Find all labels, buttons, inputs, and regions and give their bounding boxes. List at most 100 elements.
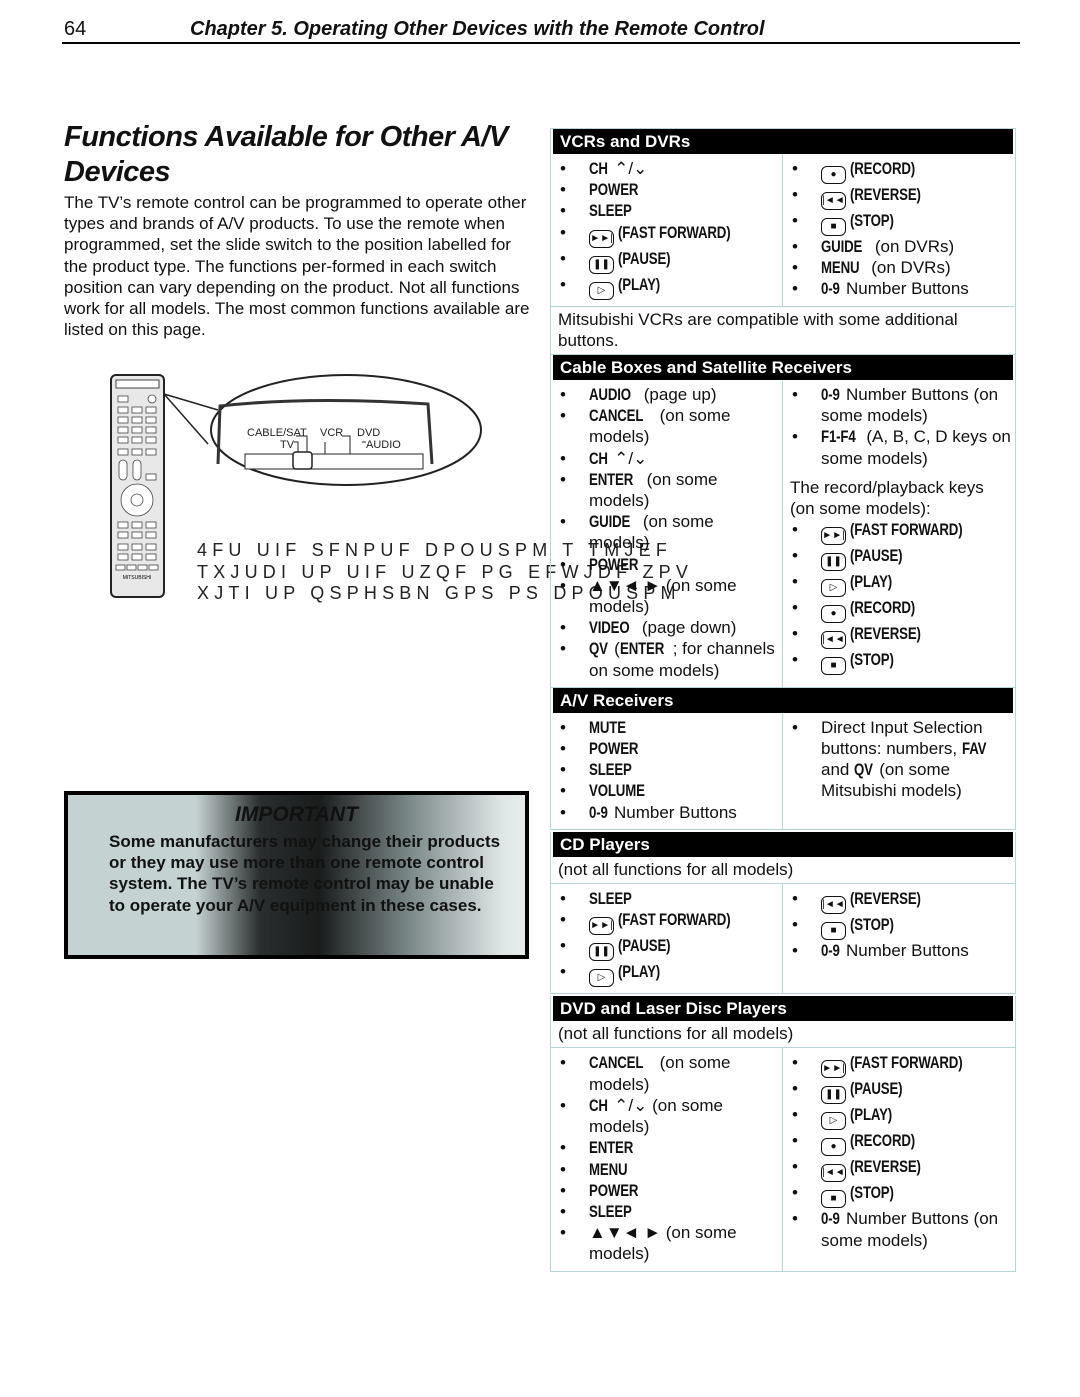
svg-text:CABLE/SAT: CABLE/SAT	[247, 427, 307, 439]
bullet: •	[560, 575, 566, 595]
item-key: SLEEP	[589, 889, 632, 909]
item-key: (PLAY)	[618, 962, 661, 982]
function-tables: VCRs and DVRs • CH ⌃/⌄ • POWER • SLEEP • ►►| (FAS…	[550, 128, 1016, 1272]
list-item: • POWER	[551, 554, 778, 575]
item-key: (PAUSE)	[618, 248, 671, 268]
item-key: VOLUME	[589, 781, 645, 801]
bullet: •	[560, 1180, 566, 1200]
section-body: • CH ⌃/⌄ • POWER • SLEEP • ►►| (FAST FORWARD) • ❚❚…	[551, 154, 1015, 306]
item-key: MENU	[821, 258, 860, 278]
important-text: Some manufacturers may change their prod…	[109, 832, 501, 915]
list-item: • ▲▼◄ ► (on some models)	[551, 1222, 778, 1264]
item-key: GUIDE	[589, 512, 631, 532]
bullet: •	[560, 639, 566, 659]
item-text: Number Buttons	[841, 941, 969, 961]
section-body: • SLEEP • ►►| (FAST FORWARD) • ❚❚ (PAUSE) • ▷ (PLA…	[551, 884, 1015, 994]
reverse-icon: |◄◄	[821, 1164, 846, 1183]
left-column: • MUTE • POWER • SLEEP • VOLUME • 0-9 Number Butt…	[551, 712, 783, 829]
intro-paragraph: The TV’s remote control can be programme…	[64, 193, 530, 340]
pause-icon: ❚❚	[589, 255, 614, 274]
item-key: (STOP)	[850, 915, 894, 935]
item-key: (REVERSE)	[850, 185, 921, 204]
list-item: • ■ (STOP)	[783, 914, 1011, 941]
bullet: •	[792, 1079, 798, 1099]
item-text: (on DVRs)	[866, 258, 951, 278]
play-icon: ▷	[589, 281, 614, 300]
arrow-keys-icon: ▲▼◄ ►	[589, 575, 662, 595]
reverse-icon: |◄◄	[821, 192, 846, 210]
list-item: • ● (RECORD)	[783, 158, 1011, 184]
item-key: (STOP)	[850, 211, 894, 230]
section-note: (not all functions for all models)	[551, 1021, 1015, 1049]
section-header: A/V Receivers	[553, 687, 1013, 713]
item-key: CH	[589, 1095, 608, 1115]
pause-icon: ❚❚	[821, 1086, 846, 1105]
important-title: IMPORTANT	[235, 803, 358, 826]
section-header: CD Players	[553, 831, 1013, 857]
section-a-v-receivers: A/V Receivers • MUTE • POWER • SLEEP • VOLUME • 0-…	[550, 687, 1016, 830]
bullet: •	[560, 760, 566, 780]
arrow-keys-icon: ▲▼◄ ►	[589, 1223, 662, 1243]
list-item: • CH ⌃/⌄	[551, 448, 778, 469]
item-key: CH	[589, 448, 608, 468]
item-key: (FAST FORWARD)	[618, 222, 731, 242]
list-item: • ▲▼◄ ► (on some models)	[551, 575, 778, 617]
list-item: • GUIDE (on DVRs)	[783, 236, 1011, 257]
list-item: • ▷ (PLAY)	[551, 274, 778, 300]
list-item: • ❚❚ (PAUSE)	[783, 545, 1011, 572]
list-item: • 0-9 Number Buttons (on some models)	[783, 1208, 1011, 1250]
item-key: (PLAY)	[850, 572, 893, 592]
bullet: •	[560, 1095, 566, 1115]
bullet: •	[792, 185, 798, 204]
play-icon: ▷	[821, 579, 846, 598]
item-text: ; for channels on some models)	[589, 639, 775, 680]
bullet: •	[560, 1201, 566, 1221]
item-text: (page up)	[639, 385, 717, 405]
page-title: Functions Available for Other A/V Device…	[64, 121, 508, 188]
play-icon: ▷	[821, 1112, 846, 1131]
right-column: • Direct Input Selection buttons: numbers…	[783, 713, 1015, 829]
list-item: • CH ⌃/⌄ (on some models)	[551, 1095, 778, 1137]
list-item: • |◄◄ (REVERSE)	[783, 184, 1011, 210]
left-column: • AUDIO (page up) • CANCEL (on some models)…	[551, 380, 783, 687]
bullet: •	[792, 717, 798, 737]
item-key: 0-9	[589, 802, 608, 822]
bullet: •	[560, 159, 566, 178]
item-key: QV	[854, 760, 873, 780]
list-item: • ▷ (PLAY)	[783, 1104, 1011, 1131]
list-item: • POWER	[551, 1180, 778, 1201]
bullet: •	[560, 274, 566, 294]
bullet: •	[560, 385, 566, 405]
list-item: • Direct Input Selection buttons: numbers…	[783, 717, 1011, 802]
item-key: (STOP)	[850, 650, 894, 670]
list-item: • ❚❚ (PAUSE)	[551, 248, 778, 274]
bullet: •	[560, 512, 566, 532]
bullet: •	[560, 717, 566, 737]
item-text: (page down)	[637, 618, 737, 638]
section-header: VCRs and DVRs	[553, 129, 1013, 154]
bullet: •	[792, 915, 798, 935]
list-item: • |◄◄ (REVERSE)	[783, 623, 1011, 650]
list-item: • AUDIO (page up)	[551, 384, 778, 405]
section-body: • AUDIO (page up) • CANCEL (on some models)…	[551, 380, 1015, 687]
item-key: POWER	[589, 1180, 639, 1200]
list-item: • 0-9 Number Buttons	[783, 940, 1011, 961]
section-note: Mitsubishi VCRs are compatible with some…	[551, 305, 1015, 354]
bullet: •	[792, 941, 798, 961]
list-item: • MENU	[551, 1159, 778, 1180]
item-key: QV	[589, 639, 608, 659]
item-key: (FAST FORWARD)	[850, 520, 963, 540]
bullet: •	[792, 427, 798, 447]
item-key: (STOP)	[850, 1183, 894, 1203]
bullet: •	[560, 962, 566, 982]
item-key: (PAUSE)	[850, 1079, 903, 1099]
bullet: •	[560, 1053, 566, 1073]
list-item: • SLEEP	[551, 200, 778, 221]
item-key: SLEEP	[589, 201, 632, 221]
bullet: •	[560, 448, 566, 468]
item-key: SLEEP	[589, 1201, 632, 1221]
item-key: (FAST FORWARD)	[618, 910, 731, 930]
item-key: (RECORD)	[850, 598, 916, 618]
list-item: • ❚❚ (PAUSE)	[783, 1078, 1011, 1105]
item-key: ENTER	[589, 469, 634, 489]
